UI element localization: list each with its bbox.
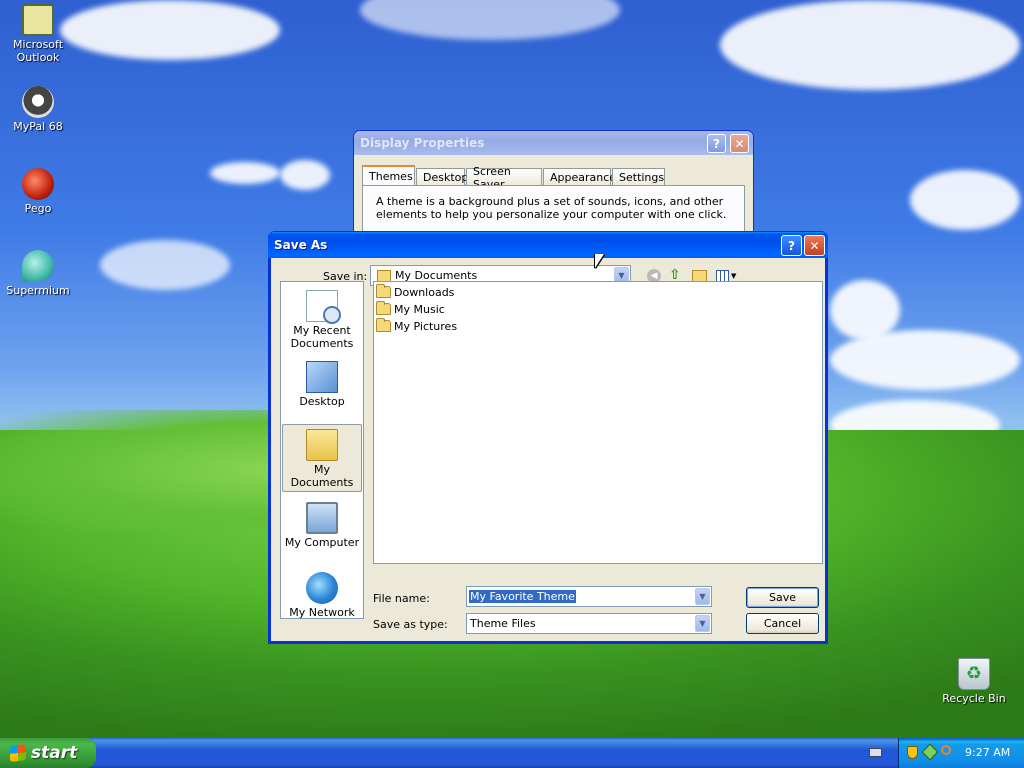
place-recent-documents[interactable]: My Recent Documents — [282, 286, 362, 350]
taskbar: start 9:27 AM — [0, 738, 1024, 768]
desktop-icon-label: Recycle Bin — [942, 692, 1006, 705]
my-documents-icon — [377, 269, 391, 282]
system-tray: 9:27 AM — [898, 738, 1024, 768]
cancel-button[interactable]: Cancel — [746, 613, 819, 634]
place-my-computer[interactable]: My Computer — [282, 498, 362, 549]
security-shield-icon[interactable] — [907, 746, 918, 759]
save-type-label: Save as type: — [373, 618, 448, 631]
save-button[interactable]: Save — [746, 587, 819, 608]
tab-panel: A theme is a background plus a set of so… — [362, 185, 745, 235]
desktop-icon-label: Microsoft Outlook — [12, 38, 64, 64]
folder-icon — [376, 284, 391, 298]
file-list[interactable]: Downloads My Music My Pictures — [373, 281, 823, 564]
clock[interactable]: 9:27 AM — [965, 746, 1010, 759]
places-bar: My Recent Documents Desktop My Documents… — [280, 281, 364, 619]
file-name-value: My Favorite Theme — [469, 590, 576, 603]
place-desktop[interactable]: Desktop — [282, 357, 362, 408]
network-icon[interactable] — [921, 743, 939, 761]
save-as-dialog[interactable]: Save As ? ✕ Save in: My Documents ▼ ◀ ⇧ … — [268, 231, 828, 644]
close-button[interactable]: ✕ — [730, 134, 749, 153]
desktop-icon-mypal[interactable]: MyPal 68 — [0, 86, 76, 133]
tab-appearance[interactable]: Appearance — [543, 168, 616, 186]
chevron-down-icon: ▼ — [731, 272, 737, 280]
desktop-icon-label: Supermium — [6, 284, 70, 297]
chevron-down-icon[interactable]: ▼ — [695, 615, 710, 632]
desktop-icon-pego[interactable]: Pego — [0, 168, 76, 215]
music-folder-icon — [376, 301, 391, 315]
place-my-network[interactable]: My Network — [282, 568, 362, 619]
mouse-cursor-icon — [595, 254, 604, 268]
windows-logo-icon — [10, 744, 26, 762]
file-name-input[interactable]: My Favorite Theme ▼ — [466, 586, 712, 607]
recent-documents-icon — [306, 290, 341, 324]
desktop-icon-outlook[interactable]: Microsoft Outlook — [0, 4, 76, 64]
tab-themes[interactable]: Themes — [362, 165, 415, 186]
my-network-icon — [306, 572, 338, 604]
start-label: start — [31, 743, 78, 763]
place-my-documents[interactable]: My Documents — [282, 424, 362, 492]
chevron-down-icon[interactable]: ▼ — [695, 588, 710, 605]
desktop-icon — [306, 361, 338, 393]
supermium-icon — [22, 250, 54, 282]
recycle-bin-icon: ♻ — [958, 658, 990, 690]
tab-screen-saver[interactable]: Screen Saver — [466, 165, 542, 191]
list-item[interactable]: My Pictures — [376, 318, 457, 334]
keyboard-icon[interactable] — [869, 748, 882, 757]
list-item[interactable]: Downloads — [376, 284, 454, 300]
window-title: Save As — [274, 238, 328, 252]
theme-description: A theme is a background plus a set of so… — [376, 195, 727, 221]
save-type-dropdown[interactable]: Theme Files ▼ — [466, 613, 712, 634]
window-title: Display Properties — [360, 136, 485, 150]
help-button[interactable]: ? — [707, 134, 726, 153]
pictures-folder-icon — [376, 318, 391, 332]
desktop-icon-supermium[interactable]: Supermium — [0, 250, 76, 297]
desktop-icon-label: MyPal 68 — [13, 120, 63, 133]
search-icon[interactable] — [941, 745, 951, 755]
pego-icon — [22, 168, 54, 200]
my-documents-icon — [306, 429, 338, 461]
file-name-label: File name: — [373, 592, 430, 605]
display-properties-window[interactable]: Display Properties ? ✕ Themes Desktop Sc… — [353, 130, 754, 242]
my-computer-icon — [306, 502, 338, 534]
display-properties-titlebar[interactable]: Display Properties — [354, 131, 753, 155]
desktop-icon-label: Pego — [24, 202, 52, 215]
save-as-titlebar[interactable]: Save As — [268, 232, 828, 258]
mypal-icon — [22, 86, 54, 118]
close-button[interactable]: ✕ — [804, 235, 825, 256]
desktop-icon-recycle-bin[interactable]: ♻ Recycle Bin — [936, 658, 1012, 705]
tab-settings[interactable]: Settings — [612, 168, 665, 186]
tab-desktop[interactable]: Desktop — [416, 168, 468, 186]
start-button[interactable]: start — [0, 738, 96, 768]
save-type-value: Theme Files — [470, 617, 536, 630]
list-item[interactable]: My Music — [376, 301, 445, 317]
outlook-icon — [22, 4, 54, 36]
help-button[interactable]: ? — [781, 235, 802, 256]
